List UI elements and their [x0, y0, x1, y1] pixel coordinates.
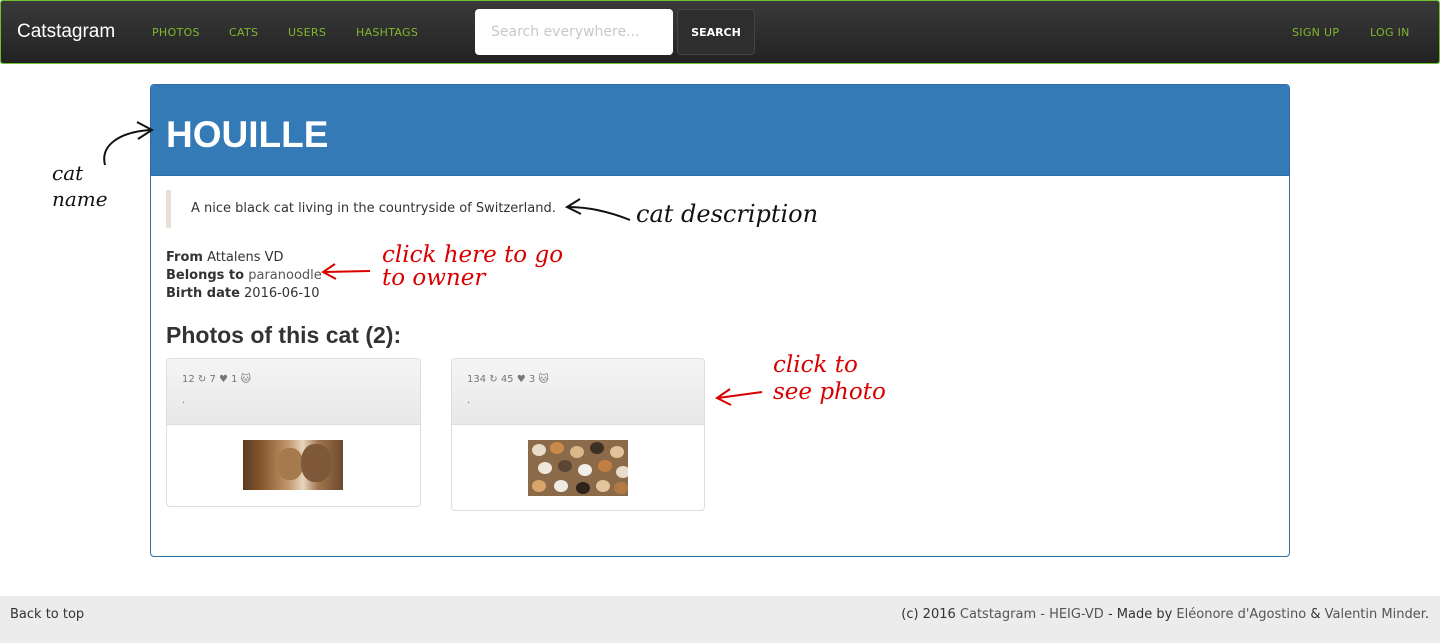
annotation-photo: click to see photo: [773, 352, 886, 405]
nav-photos[interactable]: PHOTOS: [152, 26, 200, 39]
info-birth-date: Birth date 2016-06-10: [166, 286, 320, 301]
author-link-1[interactable]: Eléonore d'Agostino: [1176, 607, 1306, 622]
birth-date-value: 2016-06-10: [244, 286, 320, 301]
annotation-cat-name: cat name: [52, 161, 108, 211]
photo-caption: .: [182, 395, 186, 406]
cat-description: A nice black cat living in the countrysi…: [166, 190, 556, 228]
brand-logo[interactable]: Catstagram: [17, 21, 115, 43]
owner-link[interactable]: paranoodle: [248, 268, 322, 283]
panel-heading: HOUILLE: [151, 85, 1289, 176]
photo-card-header: 12 ↻ 7 ♥ 1 🐱 .: [167, 359, 420, 425]
nav-users[interactable]: USERS: [288, 26, 326, 39]
site-link[interactable]: Catstagram - HEIG-VD: [960, 607, 1104, 622]
cat-name: HOUILLE: [166, 114, 329, 155]
footer: Back to top (c) 2016 Catstagram - HEIG-V…: [0, 596, 1440, 643]
and-separator: &: [1310, 607, 1321, 622]
photo-caption: .: [467, 395, 471, 406]
from-label: From: [166, 250, 203, 265]
owner-label: Belongs to: [166, 268, 245, 283]
footer-credits: (c) 2016 Catstagram - HEIG-VD - Made by …: [901, 607, 1429, 622]
photo-card-header: 134 ↻ 45 ♥ 3 🐱 .: [452, 359, 704, 425]
footer-period: .: [1424, 607, 1429, 622]
nav-log-in[interactable]: LOG IN: [1370, 26, 1410, 39]
cat-panel: HOUILLE A nice black cat living in the c…: [150, 84, 1290, 557]
search-button[interactable]: SEARCH: [677, 9, 755, 55]
photo-card[interactable]: 134 ↻ 45 ♥ 3 🐱 .: [451, 358, 705, 511]
back-to-top-link[interactable]: Back to top: [10, 607, 84, 622]
copyright-prefix: (c) 2016: [901, 607, 956, 622]
made-by-prefix: - Made by: [1107, 607, 1173, 622]
top-navbar: Catstagram PHOTOS CATS USERS HASHTAGS SE…: [0, 0, 1440, 64]
from-value: Attalens VD: [207, 250, 284, 265]
photo-stats: 12 ↻ 7 ♥ 1 🐱: [182, 374, 252, 385]
annotation-cat-description: cat description: [636, 200, 819, 228]
search-input[interactable]: [475, 9, 673, 55]
photo-card[interactable]: 12 ↻ 7 ♥ 1 🐱 .: [166, 358, 421, 507]
author-link-2[interactable]: Valentin Minder: [1325, 607, 1425, 622]
photo-thumbnail[interactable]: [243, 440, 343, 490]
nav-cats[interactable]: CATS: [229, 26, 258, 39]
info-from: From Attalens VD: [166, 250, 284, 265]
photo-thumbnail[interactable]: [528, 440, 628, 496]
photo-stats: 134 ↻ 45 ♥ 3 🐱: [467, 374, 549, 385]
photos-title: Photos of this cat (2):: [166, 322, 402, 348]
info-owner: Belongs to paranoodle: [166, 268, 322, 283]
nav-hashtags[interactable]: HASHTAGS: [356, 26, 418, 39]
birth-date-label: Birth date: [166, 286, 240, 301]
annotation-owner: click here to go to owner: [382, 242, 564, 291]
nav-sign-up[interactable]: SIGN UP: [1292, 26, 1339, 39]
